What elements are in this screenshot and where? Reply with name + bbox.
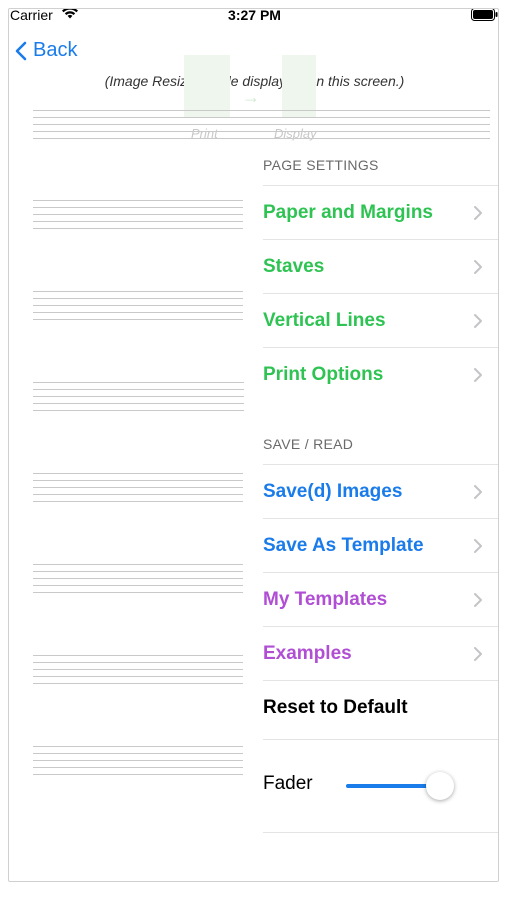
- fader-row: Fader: [263, 739, 498, 833]
- staff-lines: [33, 564, 243, 593]
- menu-item-my-templates[interactable]: My Templates: [263, 572, 498, 627]
- menu-item-save-as-template[interactable]: Save As Template: [263, 518, 498, 573]
- chevron-right-icon: [474, 260, 482, 274]
- app-window: Carrier 3:27 PM Back (Image Resized whil…: [8, 8, 499, 882]
- staff-lines: [33, 473, 243, 502]
- menu-item-label: Save(d) Images: [263, 481, 403, 502]
- menu-item-label: Examples: [263, 643, 352, 664]
- status-bar: Carrier 3:27 PM: [9, 8, 498, 31]
- menu-item-label: Vertical Lines: [263, 310, 386, 331]
- staff-lines: [33, 746, 243, 775]
- back-button[interactable]: Back: [15, 39, 77, 62]
- battery-icon: [471, 9, 498, 26]
- staff-lines: [33, 291, 243, 320]
- staff-lines: [33, 110, 490, 139]
- chevron-right-icon: [474, 647, 482, 661]
- menu-item-label: Staves: [263, 256, 325, 277]
- settings-menu: PAGE SETTINGS Paper and Margins Staves V…: [244, 149, 498, 839]
- arrow-right-icon: →: [242, 87, 260, 107]
- status-time: 3:27 PM: [228, 8, 281, 23]
- menu-item-staves[interactable]: Staves: [263, 239, 498, 294]
- chevron-right-icon: [474, 368, 482, 382]
- fader-slider-thumb[interactable]: [426, 772, 454, 800]
- staff-lines: [33, 200, 243, 229]
- chevron-right-icon: [474, 539, 482, 553]
- menu-item-label: Print Options: [263, 364, 384, 385]
- chevron-right-icon: [474, 593, 482, 607]
- chevron-right-icon: [474, 206, 482, 220]
- menu-item-reset-to-default[interactable]: Reset to Default: [263, 680, 498, 735]
- menu-item-label: Paper and Margins: [263, 202, 433, 223]
- menu-item-saved-images[interactable]: Save(d) Images: [263, 464, 498, 519]
- section-header-save-read: SAVE / READ: [263, 436, 354, 452]
- menu-item-paper-and-margins[interactable]: Paper and Margins: [263, 185, 498, 240]
- menu-item-label: My Templates: [263, 589, 388, 610]
- print-preview-thumbnail: [184, 55, 230, 117]
- chevron-right-icon: [474, 485, 482, 499]
- display-preview-thumbnail: [282, 55, 316, 117]
- menu-item-label: Save As Template: [263, 535, 424, 556]
- fader-label: Fader: [263, 773, 313, 794]
- chevron-right-icon: [474, 314, 482, 328]
- menu-item-label: Reset to Default: [263, 697, 408, 718]
- back-label: Back: [33, 39, 78, 61]
- menu-item-print-options[interactable]: Print Options: [263, 347, 498, 402]
- menu-item-examples[interactable]: Examples: [263, 626, 498, 681]
- menu-item-vertical-lines[interactable]: Vertical Lines: [263, 293, 498, 348]
- section-header-page-settings: PAGE SETTINGS: [263, 157, 379, 173]
- staff-lines: [33, 655, 243, 684]
- chevron-left-icon: [15, 41, 27, 60]
